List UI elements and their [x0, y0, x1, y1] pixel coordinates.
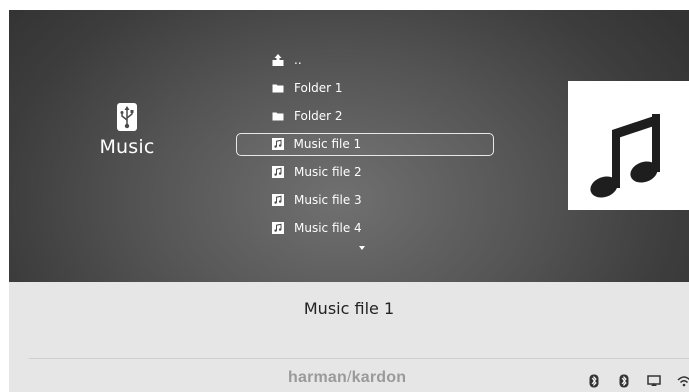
file-browser-panel: Music .. Folder 1 Folder 2 Music file 1 …: [9, 10, 689, 282]
footer-divider: [29, 358, 689, 359]
folder-icon: [272, 82, 284, 94]
list-item-label: Music file 2: [294, 164, 362, 179]
music-note-icon: [590, 114, 660, 198]
list-item-label: Folder 1: [294, 81, 343, 96]
parent-folder-icon: [272, 54, 284, 66]
source-indicator[interactable]: Music: [82, 102, 172, 158]
list-item-music-file-3[interactable]: Music file 3: [236, 188, 494, 212]
list-item-music-file-2[interactable]: Music file 2: [236, 160, 494, 184]
brand-left: harman: [288, 369, 347, 386]
brand-logo: harman/kardon: [288, 369, 406, 387]
list-item-label: Music file 1: [293, 137, 362, 152]
source-label: Music: [99, 136, 155, 158]
status-icons: [587, 374, 689, 388]
list-item-label: Folder 2: [294, 109, 343, 124]
screen-icon: [647, 374, 661, 388]
list-item-label: Music file 3: [294, 192, 362, 207]
bluetooth-icon: [617, 374, 631, 388]
media-screen: Music .. Folder 1 Folder 2 Music file 1 …: [9, 10, 689, 392]
list-item-music-file-1-selected[interactable]: Music file 1: [236, 132, 494, 156]
usb-icon: [116, 102, 138, 132]
now-playing-title: Music file 1: [303, 299, 395, 318]
wifi-icon: [677, 374, 689, 388]
album-art: [568, 81, 689, 210]
music-file-icon: [272, 193, 284, 206]
list-item-parent[interactable]: ..: [236, 48, 494, 72]
bluetooth-icon: [587, 374, 601, 388]
list-item-folder-2[interactable]: Folder 2: [236, 104, 494, 128]
scroll-down-arrow-icon[interactable]: [359, 246, 365, 250]
folder-icon: [272, 110, 284, 122]
list-item-folder-1[interactable]: Folder 1: [236, 76, 494, 100]
list-item-music-file-4[interactable]: Music file 4: [236, 216, 494, 240]
file-list: .. Folder 1 Folder 2 Music file 1 Music …: [236, 48, 494, 244]
music-file-icon: [271, 138, 284, 151]
list-item-label: ..: [294, 53, 302, 67]
list-item-label: Music file 4: [294, 221, 362, 236]
music-file-icon: [272, 165, 284, 178]
music-file-icon: [272, 222, 284, 235]
brand-right: kardon: [351, 369, 407, 386]
now-playing-bar: Music file 1: [9, 282, 689, 360]
